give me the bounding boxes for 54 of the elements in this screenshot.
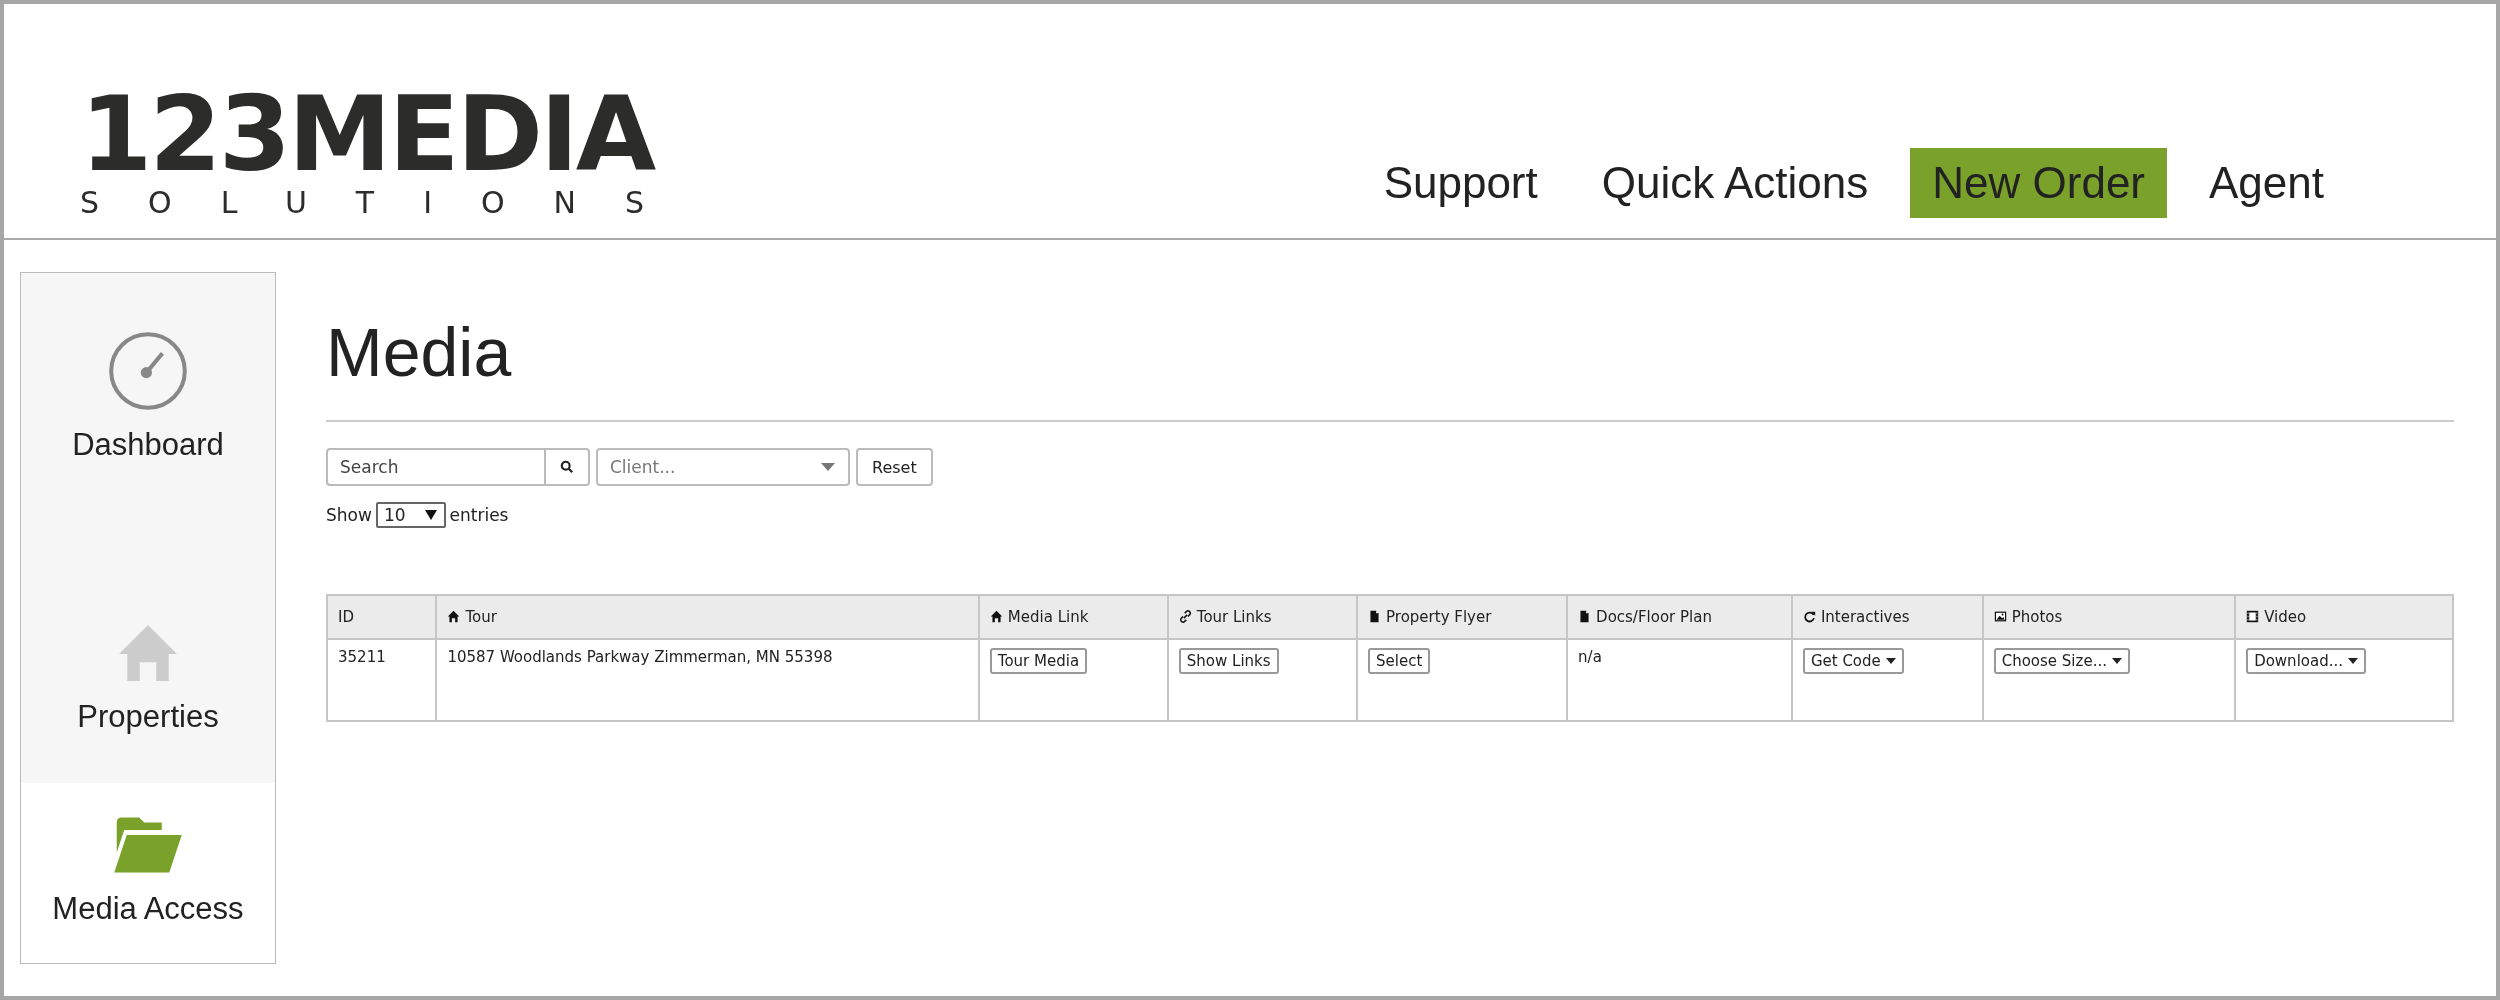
table-cell: n/a bbox=[1567, 639, 1792, 721]
nav-link[interactable]: Support bbox=[1361, 148, 1560, 218]
sidebar-item[interactable]: Properties bbox=[21, 513, 275, 783]
home-icon bbox=[447, 610, 461, 623]
sidebar-label: Properties bbox=[77, 699, 219, 735]
home-icon bbox=[989, 610, 1003, 623]
home-icon bbox=[117, 623, 179, 683]
column-label: Media Link bbox=[1007, 608, 1089, 626]
document-icon bbox=[1578, 610, 1592, 623]
table-button[interactable]: Select bbox=[1368, 648, 1431, 674]
caret-icon bbox=[1885, 658, 1896, 664]
document-icon bbox=[1368, 610, 1382, 623]
table-button[interactable]: Show Links bbox=[1178, 648, 1279, 674]
caret-icon bbox=[2111, 658, 2122, 664]
sidebar-label: Media Access bbox=[52, 891, 244, 927]
column-label: Tour Links bbox=[1196, 608, 1272, 626]
link-icon bbox=[1178, 610, 1192, 623]
refresh-icon bbox=[1802, 610, 1816, 623]
nav-link[interactable]: Agent bbox=[2187, 148, 2346, 218]
column-label: Interactives bbox=[1820, 608, 1910, 626]
nav-link[interactable]: Quick Actions bbox=[1579, 148, 1891, 218]
column-label: Docs/Floor Plan bbox=[1596, 608, 1712, 626]
show-label: Show bbox=[326, 505, 372, 525]
search-field[interactable]: Search bbox=[326, 448, 544, 486]
page-title: Media bbox=[326, 313, 513, 392]
logo-wordmark: 123MEDIA bbox=[80, 82, 656, 186]
caret-icon bbox=[423, 509, 438, 521]
column-label: Photos bbox=[2011, 608, 2063, 626]
column-label: Tour bbox=[465, 608, 497, 626]
folder-icon bbox=[111, 815, 185, 875]
column-label: ID bbox=[338, 608, 354, 626]
table-button[interactable]: Tour Media bbox=[989, 648, 1088, 674]
column-label: Property Flyer bbox=[1386, 608, 1492, 626]
entries-label: entries bbox=[449, 505, 509, 525]
reset-button[interactable]: Reset bbox=[856, 448, 933, 486]
sidebar-label: Dashboard bbox=[72, 427, 224, 463]
search-icon bbox=[560, 460, 574, 474]
column-label: Video bbox=[2264, 608, 2307, 626]
table-cell: 35211 bbox=[327, 639, 437, 721]
sidebar-item[interactable]: Dashboard bbox=[21, 273, 275, 513]
image-icon bbox=[1993, 610, 2007, 623]
gauge-icon bbox=[108, 331, 188, 411]
caret-icon bbox=[2348, 658, 2358, 664]
film-icon bbox=[2246, 610, 2260, 623]
table-cell: 10587 Woodlands Parkway Zimmerman, MN 55398 bbox=[436, 639, 979, 721]
entries-dropdown[interactable]: 10 bbox=[375, 502, 446, 528]
logo-tagline: SOLUTIONS bbox=[80, 186, 695, 220]
client-dropdown[interactable]: Client... bbox=[596, 448, 850, 486]
dropdown-button[interactable]: Get Code bbox=[1802, 648, 1904, 674]
dropdown-button[interactable]: Download... bbox=[2246, 648, 2366, 674]
search-button[interactable] bbox=[544, 448, 590, 486]
caret-icon bbox=[820, 462, 836, 472]
dropdown-button[interactable]: Choose Size... bbox=[1993, 648, 2130, 674]
new-order-button[interactable]: New Order bbox=[1910, 148, 2167, 218]
